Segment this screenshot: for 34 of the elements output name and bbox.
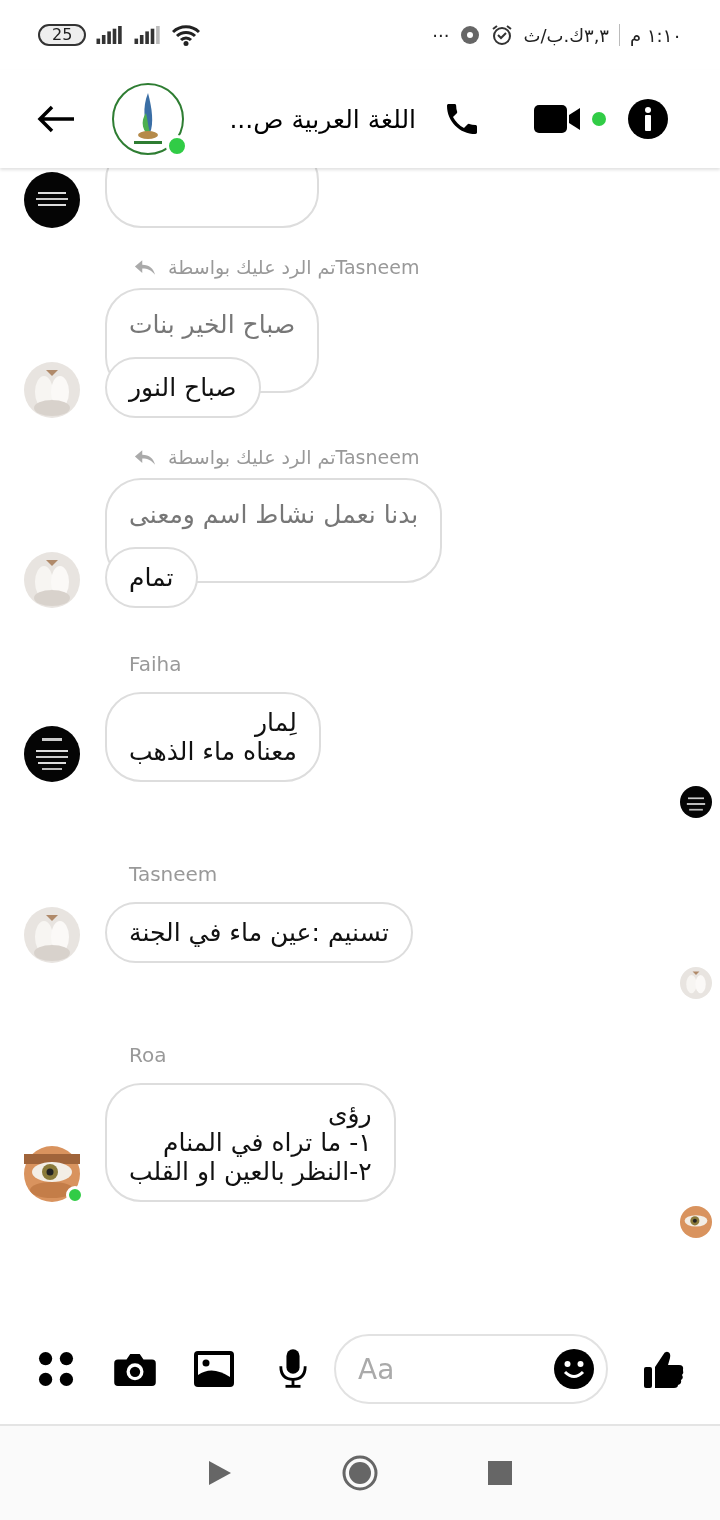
clock: ١:١٠ م xyxy=(630,24,682,46)
battery-icon: 25 xyxy=(38,24,87,46)
wifi-icon xyxy=(172,24,201,46)
apps-icon[interactable] xyxy=(38,1351,74,1387)
message-bubble: تمام xyxy=(105,547,198,608)
info-icon[interactable] xyxy=(628,99,668,139)
reply-icon xyxy=(134,448,156,466)
sender-name: Faiha xyxy=(129,652,183,676)
conversation-title[interactable]: اللغة العربية ص... xyxy=(206,104,416,134)
record-icon xyxy=(459,24,482,46)
signal-icon xyxy=(134,26,163,44)
message-field[interactable]: Aa xyxy=(334,1334,608,1404)
sender-name: Roa xyxy=(129,1043,168,1067)
back-triangle-icon[interactable] xyxy=(208,1460,232,1486)
video-camera-icon[interactable] xyxy=(534,103,582,135)
camera-icon[interactable] xyxy=(114,1352,156,1386)
reply-icon xyxy=(134,258,156,276)
home-circle-icon[interactable] xyxy=(342,1455,378,1491)
image-icon[interactable] xyxy=(194,1351,234,1387)
signal-icon xyxy=(96,26,125,44)
message-bubble: تسنيم :عين ماء في الجنة xyxy=(105,902,413,963)
sender-name: Tasneem xyxy=(129,862,219,886)
alarm-icon xyxy=(491,24,514,46)
emoji-icon[interactable] xyxy=(554,1349,594,1389)
thumbs-up-icon[interactable] xyxy=(644,1349,684,1389)
reply-label: Tasneemتم الرد عليك بواسطة xyxy=(168,256,420,278)
more-notifications: ··· xyxy=(432,24,450,46)
reply-label: Tasneemتم الرد عليك بواسطة xyxy=(168,446,420,468)
microphone-icon[interactable] xyxy=(278,1349,308,1389)
back-arrow-icon[interactable] xyxy=(36,104,76,134)
message-bubble: صباح النور xyxy=(105,357,261,418)
message-bubble: رؤى ١- ما تراه في المنام ٢-النظر بالعين او القلب xyxy=(105,1083,396,1202)
message-bubble: لِمار معناه ماء الذهب xyxy=(105,692,321,782)
data-speed: ٣,٣ك.ب/ث xyxy=(523,24,610,46)
